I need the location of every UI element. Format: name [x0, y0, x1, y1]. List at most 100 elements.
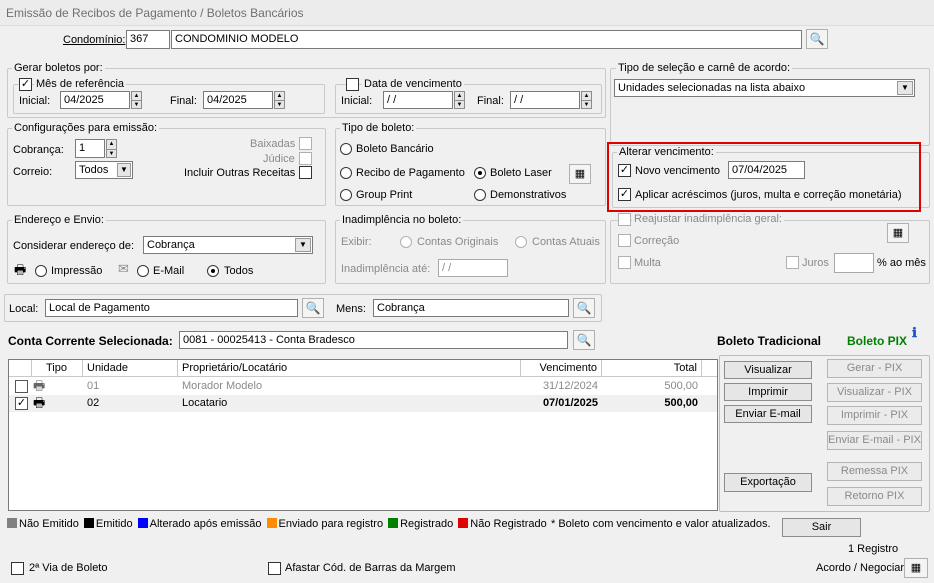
mes-ref-final-input[interactable]: 04/2025: [203, 91, 273, 109]
enviar-email-pix-button[interactable]: Enviar E-mail - PIX: [827, 431, 922, 450]
legend-label: Não Emitido: [19, 518, 79, 530]
visualizar-button[interactable]: Visualizar: [724, 361, 812, 379]
baixadas-checkbox[interactable]: [299, 137, 312, 150]
segunda-via-checkbox[interactable]: [11, 562, 24, 575]
radio-demonstrativos[interactable]: [474, 189, 486, 201]
condominio-name-input[interactable]: CONDOMINIO MODELO: [171, 30, 802, 49]
mens-input[interactable]: Cobrança: [373, 299, 569, 317]
local-input[interactable]: Local de Pagamento: [45, 299, 298, 317]
reajustar-label: Reajustar inadimplência geral:: [632, 213, 784, 226]
table-row[interactable]: 🖶 01 Morador Modelo 31/12/2024 500,00: [9, 378, 717, 395]
row-checkbox[interactable]: ✓: [15, 397, 28, 410]
demonstrativos-label: Demonstrativos: [490, 189, 567, 201]
row-vencimento: 31/12/2024: [542, 380, 598, 392]
baixadas-label: Baixadas: [250, 138, 296, 150]
acordo-icon[interactable]: ▦: [904, 558, 928, 578]
acrescimos-checkbox[interactable]: ✓: [618, 188, 631, 201]
condominio-search-icon[interactable]: 🔍: [806, 29, 828, 49]
imprimir-button[interactable]: Imprimir: [724, 383, 812, 401]
chevron-down-icon[interactable]: ▼: [295, 238, 311, 252]
reajustar-settings-icon[interactable]: ▦: [887, 223, 909, 243]
juros-checkbox[interactable]: [786, 256, 799, 269]
data-venc-final-input[interactable]: / /: [510, 91, 580, 109]
settings-icon[interactable]: ▦: [569, 164, 591, 184]
condominio-code-input[interactable]: 367: [126, 30, 170, 49]
boleto-tradicional-label: Boleto Tradicional: [717, 334, 822, 348]
legend-note: * Boleto com vencimento e valor atualiza…: [551, 518, 771, 530]
radio-recibo-pagamento[interactable]: [340, 167, 352, 179]
printer-icon: 🖶: [33, 378, 46, 393]
reajustar-checkbox[interactable]: [618, 213, 631, 226]
conta-search-icon[interactable]: 🔍: [573, 330, 595, 350]
conta-input[interactable]: 0081 - 00025413 - Conta Bradesco: [179, 331, 568, 349]
cobranca-spinner[interactable]: ▲ ▼: [106, 139, 117, 158]
retorno-pix-button[interactable]: Retorno PIX: [827, 487, 922, 506]
mes-ref-inicial-spinner[interactable]: ▲ ▼: [131, 91, 142, 109]
units-table: Tipo Unidade Proprietário/Locatário Venc…: [8, 359, 718, 511]
header-total[interactable]: Total: [602, 360, 702, 377]
inadimplencia-ate-label: Inadimplência até:: [341, 263, 431, 275]
row-nome: Morador Modelo: [182, 380, 263, 392]
data-venc-inicial-input[interactable]: / /: [383, 91, 453, 109]
chevron-down-icon[interactable]: ▼: [117, 163, 131, 177]
radio-group-print[interactable]: [340, 189, 352, 201]
row-checkbox[interactable]: [15, 380, 28, 393]
tipo-selecao-select[interactable]: Unidades selecionadas na lista abaixo ▼: [614, 79, 915, 97]
remessa-pix-button[interactable]: Remessa PIX: [827, 462, 922, 481]
sair-button[interactable]: Sair: [782, 518, 861, 537]
novo-vencimento-checkbox[interactable]: ✓: [618, 164, 631, 177]
pct-label: % ao mês: [877, 257, 926, 269]
mes-ref-inicial-input[interactable]: 04/2025: [60, 91, 130, 109]
cobranca-input[interactable]: 1: [75, 139, 105, 158]
mens-search-icon[interactable]: 🔍: [573, 298, 595, 318]
acrescimos-label: Aplicar acréscimos (juros, multa e corre…: [635, 189, 902, 201]
mes-ref-final-label: Final:: [170, 95, 197, 107]
header-vencimento[interactable]: Vencimento: [521, 360, 602, 377]
header-proprietario[interactable]: Proprietário/Locatário: [178, 360, 521, 377]
juros-input[interactable]: [834, 253, 874, 273]
data-venc-inicial-spinner[interactable]: ▲ ▼: [454, 91, 465, 109]
imprimir-pix-button[interactable]: Imprimir - PIX: [827, 406, 922, 425]
exportacao-button[interactable]: Exportação: [724, 473, 812, 492]
outras-receitas-checkbox[interactable]: [299, 166, 312, 179]
gerar-pix-button[interactable]: Gerar - PIX: [827, 359, 922, 378]
radio-contas-atuais[interactable]: [515, 236, 527, 248]
enviar-email-button[interactable]: Enviar E-mail: [724, 405, 812, 423]
header-unidade[interactable]: Unidade: [83, 360, 178, 377]
chevron-down-icon[interactable]: ▼: [897, 81, 913, 95]
radio-boleto-laser[interactable]: [474, 167, 486, 179]
judice-checkbox[interactable]: [299, 152, 312, 165]
multa-checkbox[interactable]: [618, 256, 631, 269]
afastar-checkbox[interactable]: [268, 562, 281, 575]
status-legend: Não Emitido Emitido Alterado após emissão E…: [7, 517, 552, 531]
mes-ref-final-spinner[interactable]: ▲ ▼: [274, 91, 285, 109]
multa-label: Multa: [634, 257, 661, 269]
radio-todos[interactable]: [207, 265, 219, 277]
correcao-checkbox[interactable]: [618, 234, 631, 247]
inadimplencia-ate-input[interactable]: / /: [438, 259, 508, 277]
data-venc-checkbox[interactable]: [346, 78, 359, 91]
radio-email[interactable]: [137, 265, 149, 277]
legend-color-swatch: [83, 518, 94, 528]
novo-vencimento-input[interactable]: 07/04/2025: [728, 161, 805, 179]
correio-select[interactable]: Todos ▼: [75, 161, 133, 179]
mes-ref-checkbox[interactable]: ✓: [19, 78, 32, 91]
table-row[interactable]: ✓ 🖶 02 Locatario 07/01/2025 500,00: [9, 395, 717, 412]
considerar-select[interactable]: Cobrança ▼: [143, 236, 313, 254]
acordo-label: Acordo / Negociar: [816, 562, 905, 574]
radio-boleto-bancario[interactable]: [340, 143, 352, 155]
radio-impressao[interactable]: [35, 265, 47, 277]
visualizar-pix-button[interactable]: Visualizar - PIX: [827, 383, 922, 402]
legend-color-swatch: [458, 518, 469, 528]
legend-item: Enviado para registro: [266, 517, 383, 531]
info-icon[interactable]: ℹ: [912, 326, 917, 340]
config-title: Configurações para emissão:: [12, 122, 160, 135]
radio-contas-originais[interactable]: [400, 236, 412, 248]
local-search-icon[interactable]: 🔍: [302, 298, 324, 318]
legend-color-swatch: [137, 518, 148, 528]
legend-item: Emitido: [83, 517, 133, 531]
data-venc-final-spinner[interactable]: ▲ ▼: [581, 91, 592, 109]
header-tipo[interactable]: Tipo: [32, 360, 83, 377]
legend-item: Alterado após emissão: [137, 517, 262, 531]
mail-icon: ✉: [118, 261, 129, 276]
